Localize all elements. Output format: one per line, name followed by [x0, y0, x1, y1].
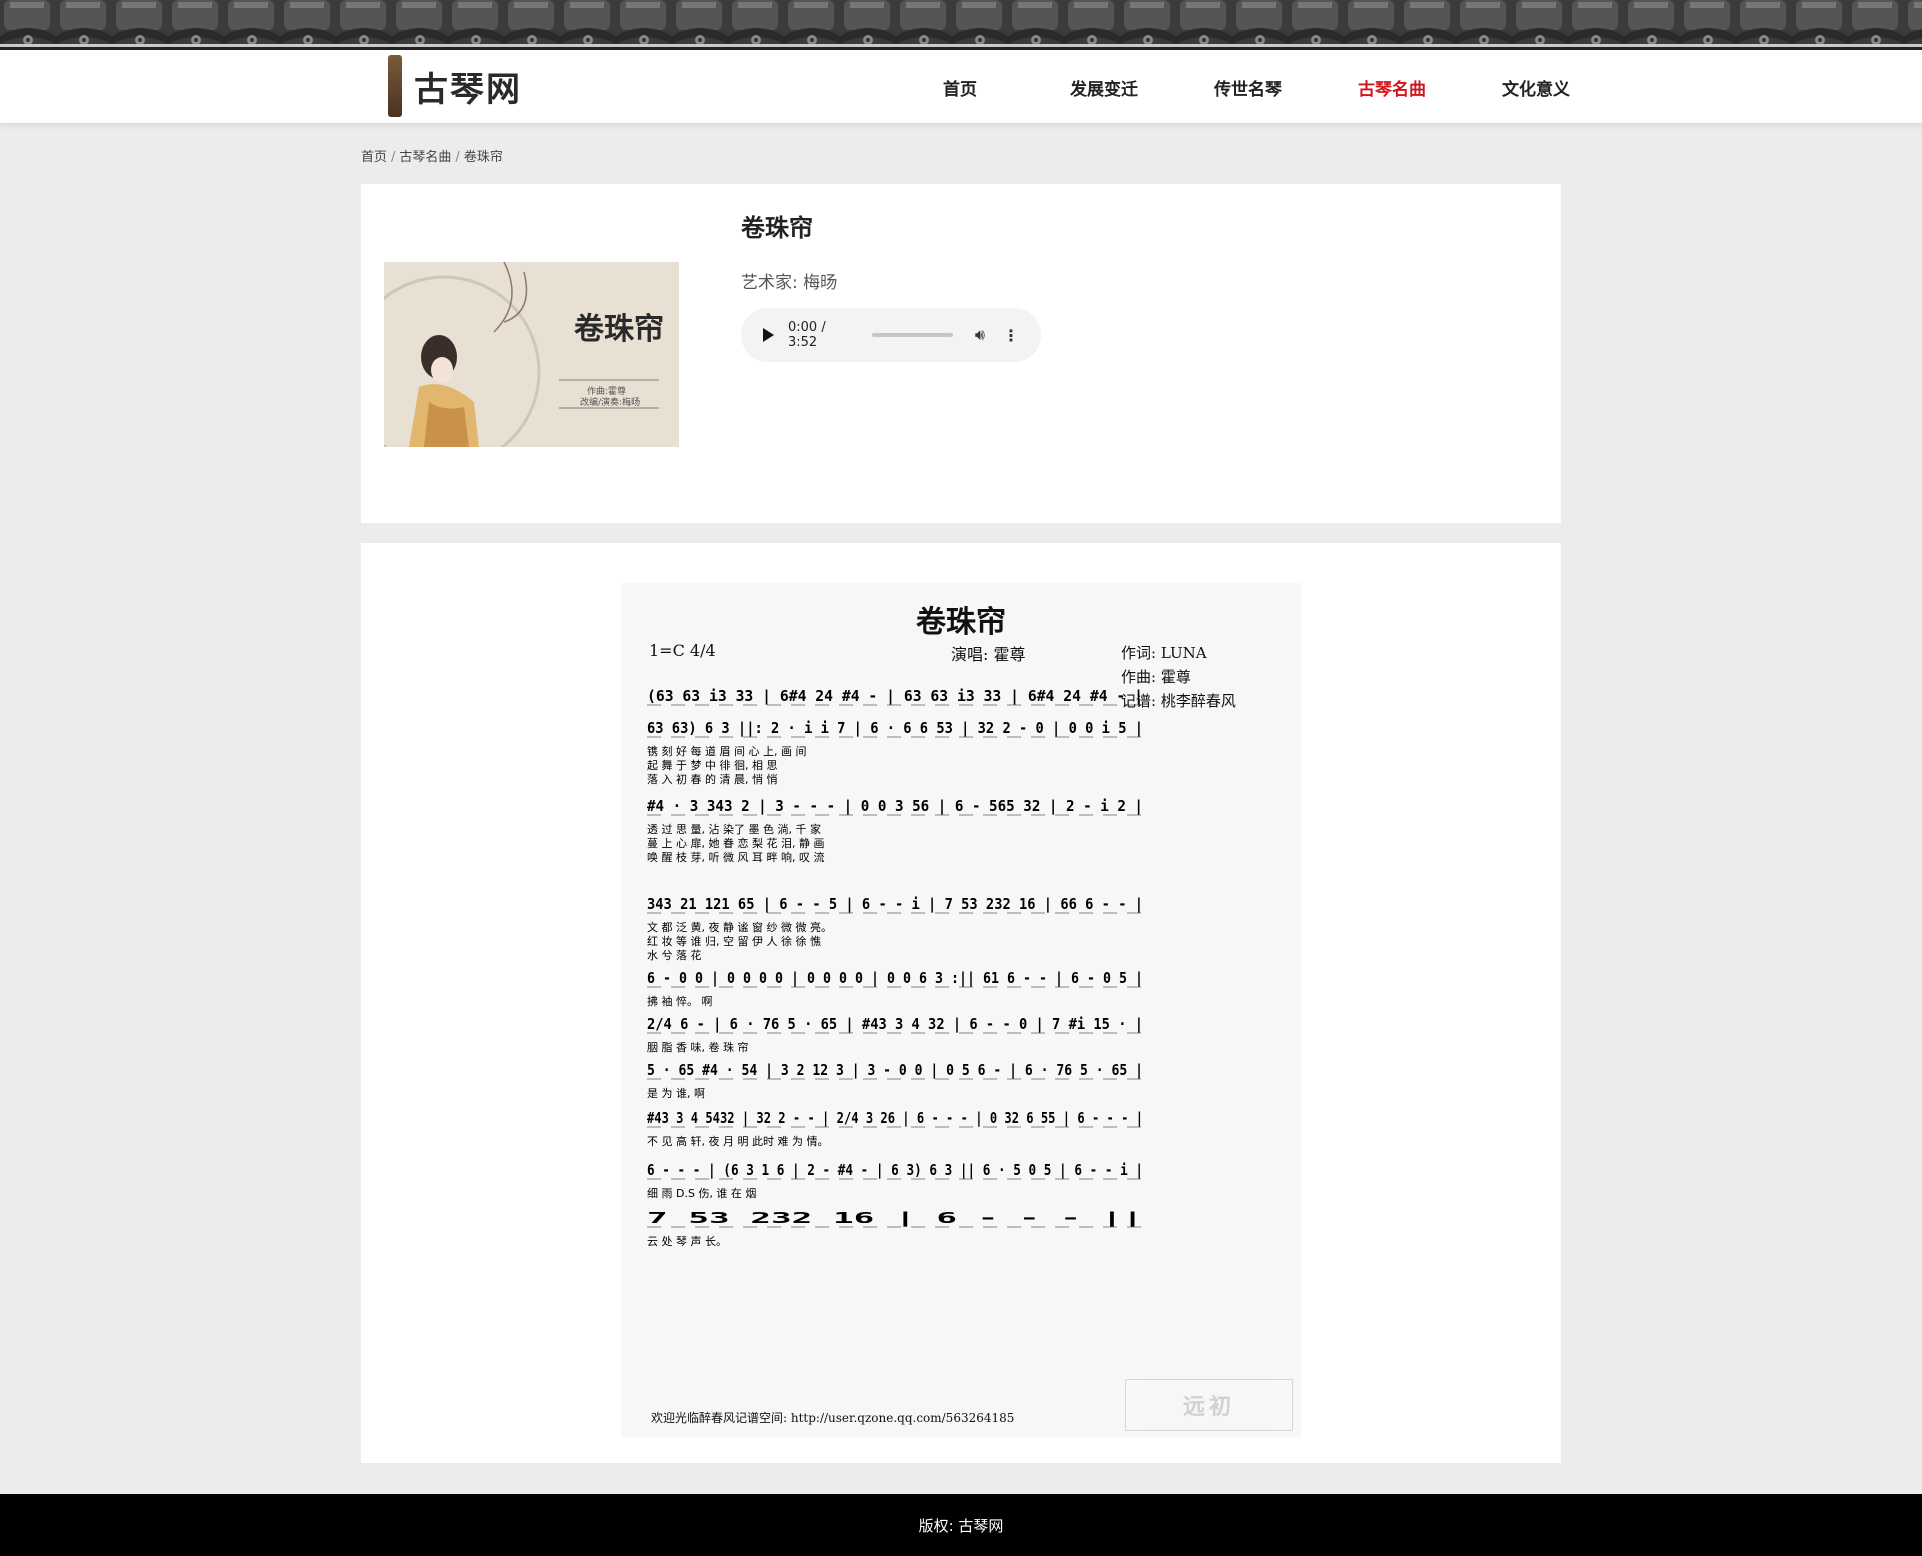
sheet-score: (63 63 i3 33 | 6#4 24 #4 - | 63 63 i3 33…	[647, 687, 1143, 1248]
roof-tile-banner	[0, 0, 1922, 50]
sheet-music-card: 卷珠帘 1=C 4/4 演唱: 霍尊 作词: LUNA 作曲: 霍尊 记谱: 桃…	[361, 543, 1561, 1463]
score-notes-row: #4 · 3 343 2 | 3 - - - | 0 0 3 56 | 6 - …	[647, 797, 1143, 816]
player-time: 0:00 / 3:52	[788, 320, 826, 350]
score-lyrics-line: 红 妆 等 谁 归, 空 留 伊 人 徐 徐 憔	[647, 934, 821, 948]
nav-item-cultural-meaning[interactable]: 文化意义	[1464, 75, 1608, 100]
score-lyrics-line: 水 兮 落 花	[647, 948, 702, 962]
score-lyrics-line: 拂 袖 悴。 啊	[647, 994, 713, 1008]
artist-name: 梅旸	[803, 273, 838, 293]
score-lyrics-line: 云 处 琴 声 长。	[647, 1234, 727, 1248]
score-notes-row: (63 63 i3 33 | 6#4 24 #4 - | 63 63 i3 33…	[647, 687, 1143, 706]
score-lyrics-line: 是 为 谁, 啊	[647, 1087, 705, 1100]
more-options-icon[interactable]: ⋮	[1003, 326, 1019, 345]
score-lyrics-line: 起 舞 于 梦 中 徘 徊, 相 思	[647, 759, 777, 772]
cover-arranger: 改编/演奏:梅旸	[580, 398, 641, 408]
seek-slider[interactable]	[872, 333, 953, 337]
nav-item-home[interactable]: 首页	[888, 75, 1032, 100]
audio-player: 0:00 / 3:52 🔊︎ ⋮	[741, 308, 1041, 362]
breadcrumb-separator: /	[455, 150, 460, 165]
guqin-logo-icon	[388, 55, 402, 117]
volume-icon[interactable]: 🔊︎	[975, 325, 985, 345]
score-notes-row: 63 63) 6 3 ||: 2 · i i 7 | 6 · 6 6 53 | …	[647, 719, 1143, 738]
score-notes-row: 6 - - - | (6 3 1 6 | 2 - #4 - | 6 3) 6 3…	[647, 1161, 1143, 1180]
album-cover-image: 卷珠帘 作曲:霍尊 改编/演奏:梅旸	[384, 262, 679, 447]
cover-illustration	[384, 262, 679, 447]
score-notes-row: 2/4 6 - | 6 · 76 5 · 65 | #43 3 4 32 | 6…	[647, 1015, 1143, 1034]
site-header: 古琴网 首页 发展变迁 传世名琴 古琴名曲 文化意义	[0, 50, 1922, 124]
score-lyrics-line: 文 都 泛 黄, 夜 静 谧 窗 纱 微 微 亮。	[647, 920, 832, 934]
breadcrumb-home[interactable]: 首页	[361, 150, 387, 165]
score-notes-row: #43 3 4 5432 | 32 2 - - | 2/4 3 26 | 6 -…	[647, 1109, 1143, 1128]
nav-item-famous-qins[interactable]: 传世名琴	[1176, 75, 1320, 100]
score-lyrics-line: 落 入 初 春 的 清 晨, 悄 悄	[647, 772, 777, 786]
score-lyrics-line: 透 过 思 量, 沾 染了 墨 色 淌, 千 家	[647, 822, 821, 836]
copyright-text: 版权: 古琴网	[918, 1516, 1004, 1535]
breadcrumb-separator: /	[391, 150, 396, 165]
breadcrumb-current: 卷珠帘	[463, 150, 503, 165]
logo-text: 古琴网	[414, 69, 522, 110]
sheet-music-image: 卷珠帘 1=C 4/4 演唱: 霍尊 作词: LUNA 作曲: 霍尊 记谱: 桃…	[621, 583, 1301, 1437]
score-lyrics-line: 细 雨 D.S 伤, 谁 在 烟	[647, 1186, 756, 1200]
score-lyrics-line: 唤 醒 枝 芽, 听 微 风 耳 畔 响, 叹 流	[647, 850, 824, 864]
score-notes-row: 5 · 65 #4 · 54 | 3 2 12 3 | 3 - 0 0 | 0 …	[647, 1061, 1143, 1080]
score-lyrics-line: 不 见 高 轩, 夜 月 明 此时 难 为 情。	[647, 1134, 828, 1148]
main-nav: 首页 发展变迁 传世名琴 古琴名曲 文化意义	[888, 50, 1608, 124]
sheet-footer-note: 欢迎光临醉春风记谱空间: http://user.qzone.qq.com/56…	[651, 1411, 1015, 1425]
nav-item-development[interactable]: 发展变迁	[1032, 75, 1176, 100]
song-info-card: 卷珠帘 作曲:霍尊 改编/演奏:梅旸 卷珠帘 艺术家: 梅旸 0:00 / 3:…	[361, 184, 1561, 523]
score-lyrics-line: 镌 刻 好 每 道 眉 间 心 上, 画 间	[647, 744, 806, 758]
score-lyrics-line: 胭 脂 香 味, 卷 珠 帘	[647, 1040, 748, 1054]
song-artist: 艺术家: 梅旸	[741, 268, 837, 293]
site-footer: 版权: 古琴网	[0, 1494, 1922, 1556]
score-lyrics-line: 蔓 上 心 扉, 她 眷 恋 梨 花 泪, 静 画	[647, 836, 824, 850]
nav-item-famous-pieces[interactable]: 古琴名曲	[1320, 75, 1464, 100]
cover-title: 卷珠帘	[574, 312, 664, 347]
score-notes-row: 7 53 232 16 | 6 - - - ||	[647, 1209, 1143, 1228]
score-notes-row: 343 21 121 65 | 6 - - 5 | 6 - - i | 7 53…	[647, 895, 1143, 914]
song-title: 卷珠帘	[741, 214, 813, 242]
score-notes-row: 6 - 0 0 | 0 0 0 0 | 0 0 0 0 | 0 0 6 3 :|…	[647, 969, 1143, 988]
play-icon[interactable]	[763, 328, 774, 342]
breadcrumb-category[interactable]: 古琴名曲	[399, 150, 451, 165]
breadcrumb: 首页 / 古琴名曲 / 卷珠帘	[361, 146, 503, 165]
artist-label: 艺术家:	[741, 273, 804, 293]
roof-tiles-decoration	[0, 0, 1922, 47]
sheet-watermark: 远初	[1125, 1379, 1293, 1431]
site-logo[interactable]: 古琴网	[388, 54, 522, 118]
